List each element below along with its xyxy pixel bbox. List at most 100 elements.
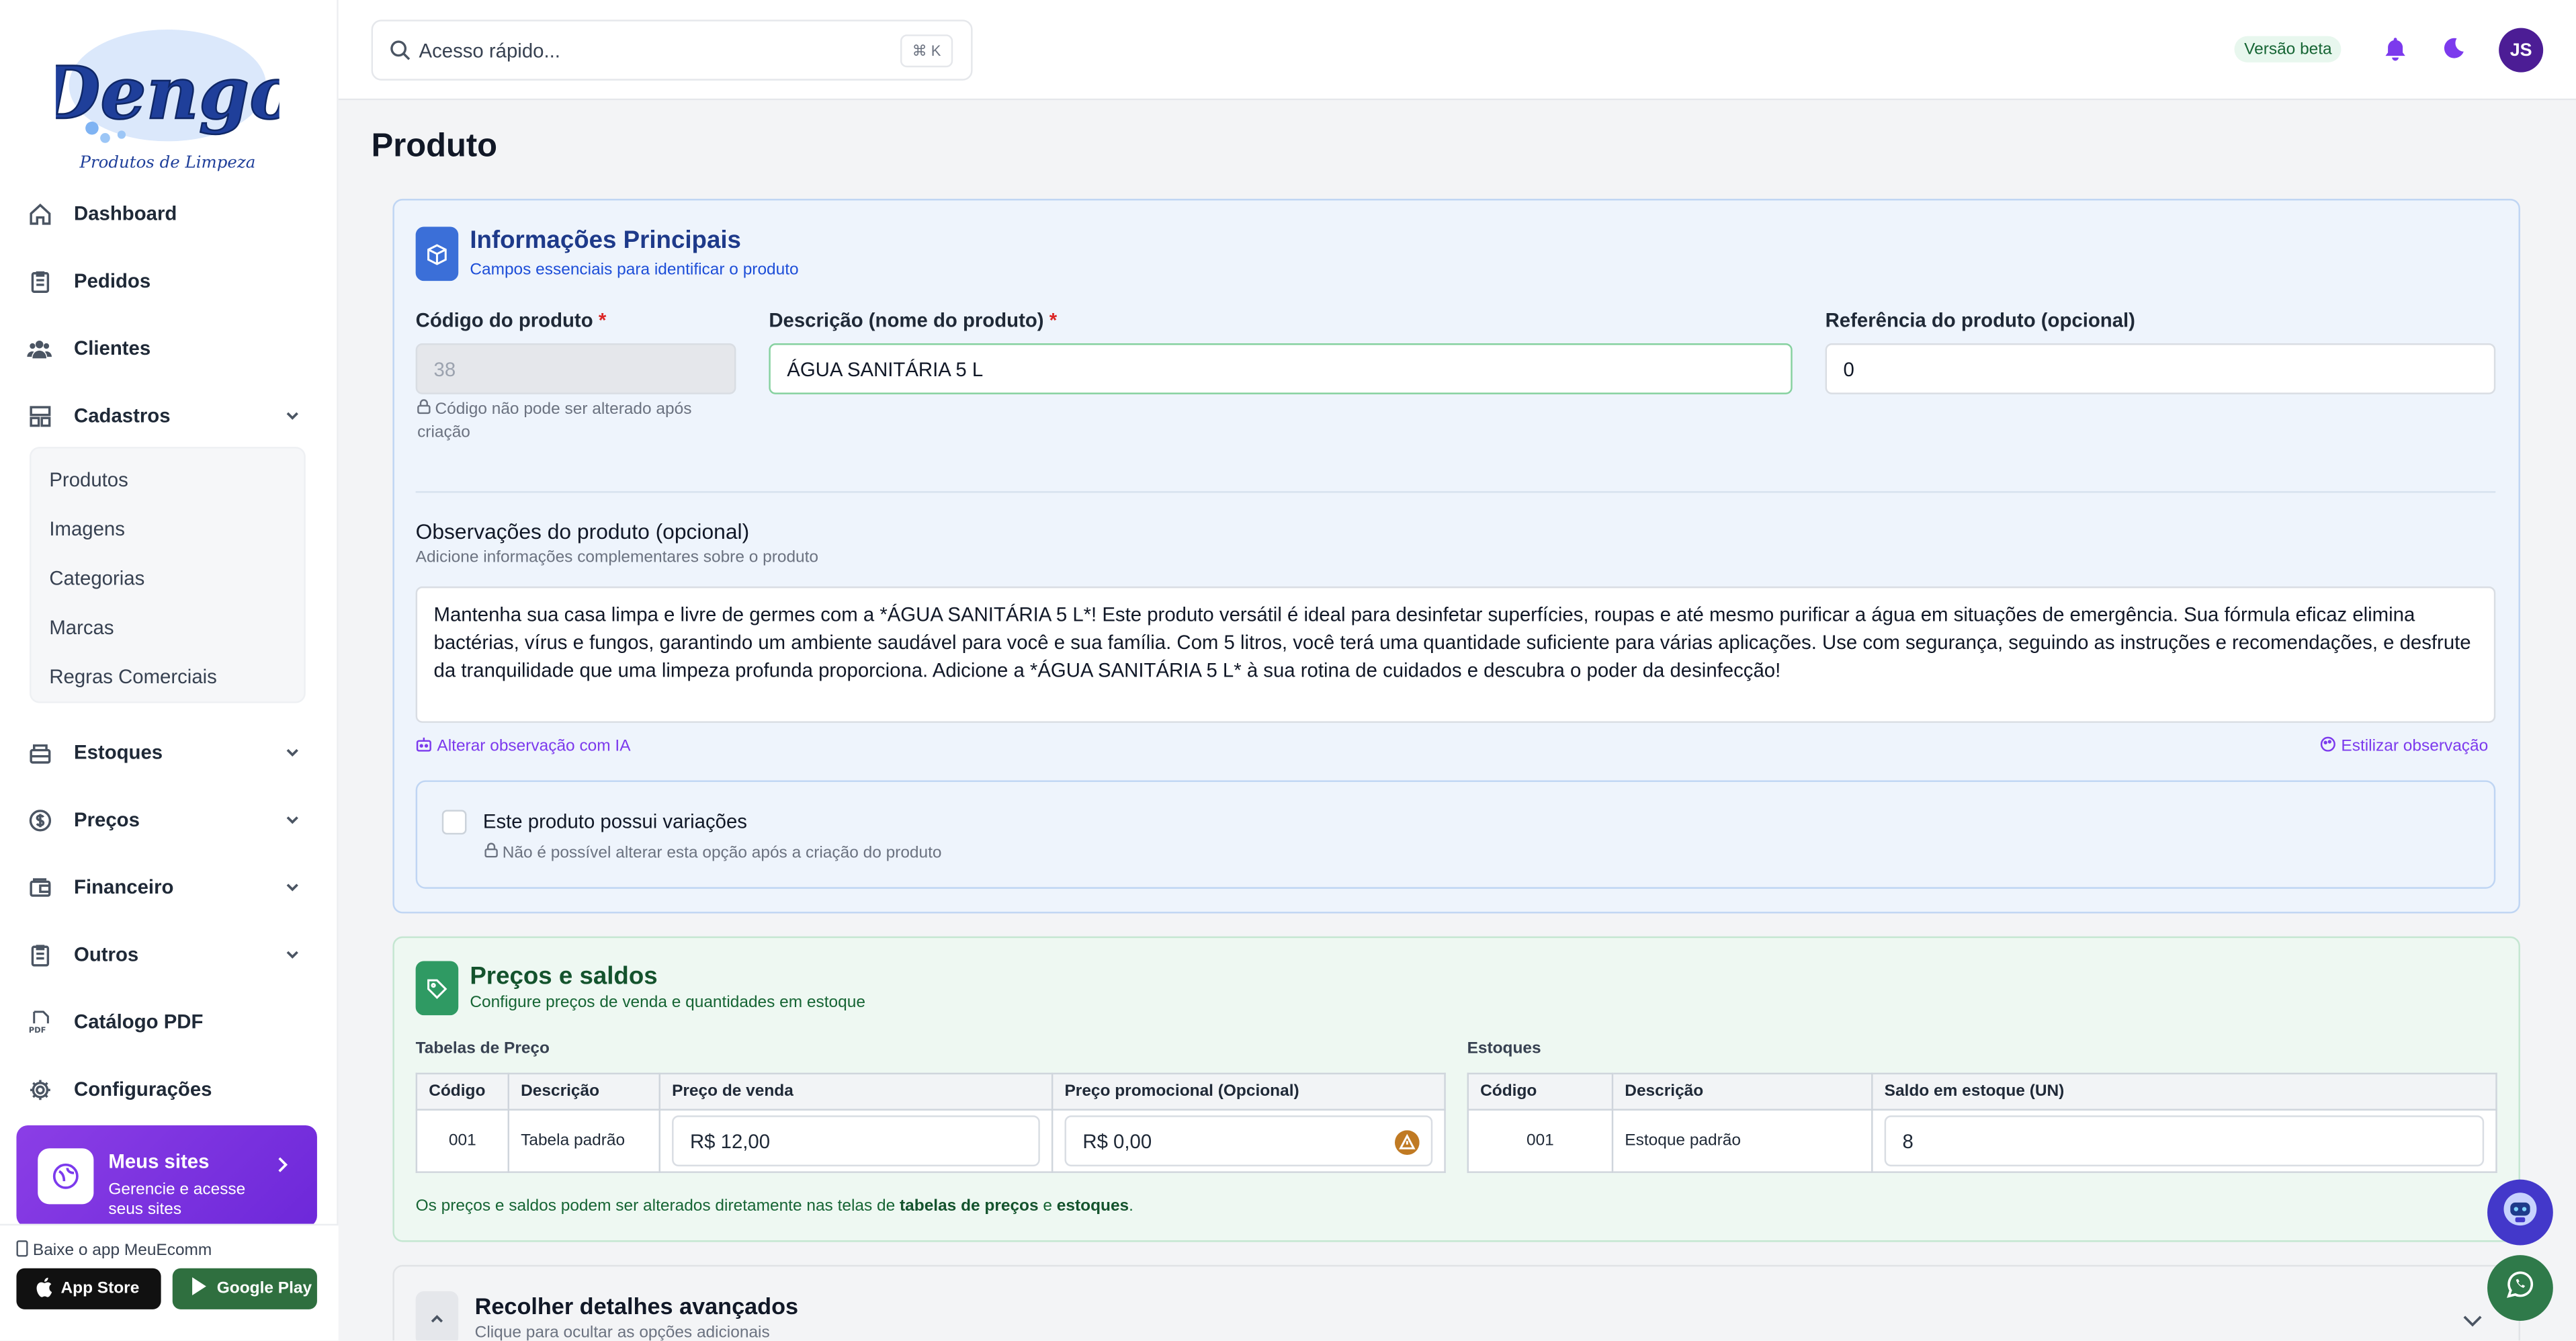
dollar-icon <box>26 807 52 833</box>
submenu-item-marcas[interactable]: Marcas <box>49 616 114 639</box>
product-code-field: 38 <box>415 343 736 394</box>
section-subtitle-prices: Configure preços de venda e quantidades … <box>470 994 865 1012</box>
table-row: 001 Tabela padrão R$ 12,00 R$ 0,00 <box>415 1109 1446 1173</box>
chevron-down-icon <box>283 810 302 829</box>
users-icon <box>26 335 52 361</box>
sidebar-item-dashboard[interactable]: Dashboard <box>26 189 315 238</box>
sidebar-item-precos[interactable]: Preços <box>26 795 315 844</box>
price-code-cell: 001 <box>415 1109 510 1173</box>
submenu-item-categorias[interactable]: Categorias <box>49 567 144 590</box>
product-reference-input[interactable]: 0 <box>1825 343 2496 394</box>
price-desc-cell: Tabela padrão <box>507 1109 660 1173</box>
section-subtitle-info: Campos essenciais para identificar o pro… <box>470 261 799 279</box>
chevron-down-icon <box>283 945 302 964</box>
sidebar-item-cadastros[interactable]: Cadastros <box>26 391 315 440</box>
sidebar-item-label: Dashboard <box>74 202 177 225</box>
sidebar-item-estoques[interactable]: Estoques <box>26 728 315 777</box>
globe-icon <box>38 1148 94 1205</box>
shortcut-badge: ⌘ K <box>900 34 953 68</box>
search-icon <box>390 40 411 69</box>
stock-desc-cell: Estoque padrão <box>1611 1109 1873 1173</box>
ai-rewrite-link[interactable]: Alterar observação com IA <box>416 736 631 757</box>
palette-icon <box>2320 736 2336 757</box>
price-table: Código Descrição Preço de venda Preço pr… <box>415 1072 1446 1173</box>
sidebar-item-label: Estoques <box>74 740 163 765</box>
pdf-icon: PDF <box>26 1008 52 1035</box>
prices-note: Os preços e saldos podem ser alterados d… <box>415 1197 1133 1216</box>
column-header: Preço de venda <box>658 1072 1054 1111</box>
app-store-button[interactable]: App Store <box>16 1268 161 1309</box>
quick-access-search[interactable]: Acesso rápido... ⌘ K <box>371 19 973 81</box>
column-header: Descrição <box>507 1072 660 1111</box>
variations-label: Este produto possui variações <box>482 810 747 833</box>
sidebar-item-label: Outros <box>74 943 139 966</box>
code-hint: Código não pode ser alterado após criaçã… <box>417 399 692 442</box>
stock-code-cell: 001 <box>1467 1109 1614 1173</box>
variations-checkbox[interactable] <box>441 810 467 835</box>
phone-icon <box>16 1240 28 1262</box>
chevron-up-icon[interactable] <box>415 1291 459 1341</box>
chevron-down-icon <box>283 406 302 425</box>
submenu-item-imagens[interactable]: Imagens <box>49 517 125 540</box>
robot-icon <box>2501 1188 2540 1236</box>
svg-text:Produtos de Limpeza: Produtos de Limpeza <box>79 152 256 171</box>
google-play-label: Google Play <box>216 1279 312 1298</box>
column-header: Descrição <box>1611 1072 1873 1111</box>
dengo-logo[interactable]: Dengo Produtos de Limpeza <box>35 23 298 174</box>
table-row: 001 Estoque padrão 8 <box>1467 1109 2497 1173</box>
column-header: Código <box>415 1072 510 1111</box>
column-header: Código <box>1467 1072 1614 1111</box>
meus-sites-title: Meus sites <box>108 1150 210 1173</box>
page-title: Produto <box>371 128 498 165</box>
sidebar-item-outros[interactable]: Outros <box>26 930 315 979</box>
clipboard-icon <box>26 268 52 294</box>
lock-icon <box>417 399 431 419</box>
submenu-item-produtos[interactable]: Produtos <box>49 468 128 491</box>
cadastros-submenu: Produtos Imagens Categorias Marcas Regra… <box>30 447 306 703</box>
variations-hint: Não é possível alterar esta opção após a… <box>484 842 942 865</box>
sidebar-item-label: Catálogo PDF <box>74 1010 204 1034</box>
product-description-input[interactable]: ÁGUA SANITÁRIA 5 L <box>769 343 1793 394</box>
reference-label: Referência do produto (opcional) <box>1825 308 2135 332</box>
description-label: Descrição (nome do produto) * <box>769 308 1058 332</box>
clipboard-icon <box>26 941 52 967</box>
stocks-link[interactable]: estoques <box>1057 1198 1129 1216</box>
bell-icon[interactable] <box>2384 36 2407 71</box>
style-observation-link[interactable]: Estilizar observação <box>2320 736 2488 757</box>
whatsapp-button[interactable] <box>2487 1255 2553 1321</box>
topbar: Acesso rápido... ⌘ K Versão beta JS <box>338 0 2576 101</box>
sidebar: Dengo Produtos de Limpeza Dashboard Pedi… <box>0 0 339 1341</box>
svg-text:PDF: PDF <box>28 1025 45 1035</box>
sidebar-item-financeiro[interactable]: Financeiro <box>26 863 315 912</box>
chatbot-button[interactable] <box>2487 1179 2553 1246</box>
variations-box: Este produto possui variações Não é poss… <box>415 780 2496 889</box>
price-tables-label: Tabelas de Preço <box>415 1039 550 1058</box>
observations-textarea[interactable]: Mantenha sua casa limpa e livre de germe… <box>415 586 2496 723</box>
stock-table: Código Descrição Saldo em estoque (UN) 0… <box>1467 1072 2497 1173</box>
chevron-down-icon[interactable] <box>2461 1307 2484 1337</box>
sidebar-item-clientes[interactable]: Clientes <box>26 324 315 373</box>
sidebar-item-label: Preços <box>74 808 140 832</box>
sidebar-item-pedidos[interactable]: Pedidos <box>26 256 315 305</box>
promo-price-input[interactable]: R$ 0,00 <box>1064 1115 1433 1167</box>
stock-quantity-input[interactable]: 8 <box>1884 1115 2485 1167</box>
tag-icon <box>415 961 459 1016</box>
sidebar-item-label: Financeiro <box>74 875 174 899</box>
observations-label: Observações do produto (opcional) <box>415 519 750 544</box>
app-store-label: App Store <box>60 1279 140 1298</box>
sidebar-item-label: Cadastros <box>74 404 171 427</box>
sale-price-input[interactable]: R$ 12,00 <box>672 1115 1040 1167</box>
submenu-item-regras-comerciais[interactable]: Regras Comerciais <box>49 665 216 688</box>
warning-icon[interactable] <box>1394 1130 1420 1160</box>
sidebar-item-catalogo-pdf[interactable]: PDF Catálogo PDF <box>26 997 315 1046</box>
sidebar-item-label: Pedidos <box>74 269 151 293</box>
google-play-button[interactable]: Google Play <box>172 1268 317 1309</box>
cube-icon <box>415 226 459 282</box>
meus-sites-card[interactable]: Meus sites Gerencie e acesse seus sites <box>16 1125 317 1227</box>
sidebar-item-configuracoes[interactable]: Configurações <box>26 1064 315 1113</box>
moon-icon[interactable] <box>2442 36 2466 69</box>
price-tables-link[interactable]: tabelas de preços <box>900 1198 1039 1216</box>
whatsapp-icon <box>2503 1267 2536 1308</box>
user-avatar[interactable]: JS <box>2499 28 2544 73</box>
chevron-right-icon <box>274 1154 290 1183</box>
